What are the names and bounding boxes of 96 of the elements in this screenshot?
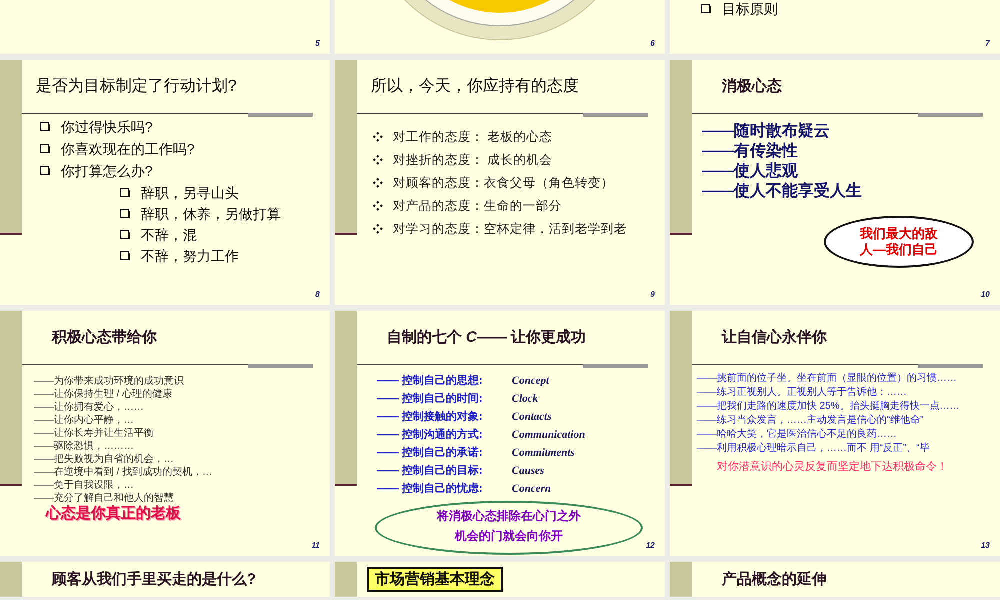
bullet-text: 不辞，努力工作 <box>141 247 239 265</box>
bullet-icon <box>120 188 131 199</box>
bullet-text: 辞职，休养，另做打算 <box>141 205 281 223</box>
slide-thumbnail[interactable]: 5 <box>0 0 330 54</box>
slide-thumbnail[interactable]: 产品概念的延伸 <box>670 562 1000 597</box>
slide-title: 顾客从我们手里买走的是什么? <box>52 570 256 589</box>
bullet-icon <box>373 155 383 165</box>
list-item: ——让你内心平静，… <box>34 414 135 427</box>
slide-number: 9 <box>650 290 655 299</box>
slide-title: 积极心态带给你 <box>52 328 157 347</box>
slide-title: 消极心态 <box>722 77 782 96</box>
slide-number: 12 <box>646 541 655 550</box>
bullet-text: 对工作的态度： 老板的心态 <box>393 130 552 145</box>
list-item: ——把失败视为自省的机会，… <box>34 453 175 466</box>
bullet-icon <box>373 224 383 234</box>
bullet-text: 目标原则 <box>722 0 778 18</box>
term-label: Communication <box>512 429 586 441</box>
bullet-icon <box>40 166 51 177</box>
term-label: Clock <box>512 393 540 405</box>
emphasis-text: 心态是你真正的老板 <box>46 507 181 520</box>
callout-text: 我们最大的敌 <box>860 226 938 242</box>
slide-title: 所以，今天，你应持有的态度 <box>370 76 579 97</box>
slide-number: 13 <box>981 541 990 550</box>
list-item: ——使人不能享受人生 <box>702 182 863 202</box>
slide-thumbnail[interactable]: 市场营销基本理念 <box>335 562 665 597</box>
list-item: —— 控制自己的思想: <box>377 374 484 388</box>
list-item: ——练习当众发言，……主动发言是信心的“维他命” <box>697 415 925 427</box>
list-item: —— 控制沟通的方式: <box>377 428 484 442</box>
list-item: ——把我们走路的速度加快 25%。抬头挺胸走得快一点…… <box>697 401 961 413</box>
list-item: ——利用积极心理暗示自己，……而不 用“反正”、“毕 <box>697 443 931 455</box>
list-item: —— 控制接触的对象: <box>377 410 484 424</box>
slide-number: 11 <box>312 541 320 550</box>
bullet-text: 你过得快乐吗? <box>61 118 153 136</box>
bullet-icon <box>40 122 51 133</box>
bullet-icon <box>40 144 51 155</box>
slide-thumbnail[interactable]: 让自信心永伴你 ——挑前面的位子坐。坐在前面（显眼的位置）的习惯…… ——练习正视别人。正视别人等于告诉他：…… ——把我们走路的速度加快 25%。抬头挺胸走得快一点…… ——练习当众发言，……主动发言是信心的“维他命” ——哈哈大笑，它是医治信心不足的良药…… ——利用积极心理暗示自己，……而不 用“反正”、“毕 对你潜意识的心灵反复而坚定地下达积极命令！ 13 <box>670 311 1000 556</box>
bullet-text: 你打算怎么办? <box>61 162 153 180</box>
slide-number: 10 <box>981 290 990 299</box>
slide-thumbnail[interactable]: 自制的七个 C—— 让你更成功 —— 控制自己的思想: Concept —— 控制自己的时间: Clock —— 控制接触的对象: Contacts —— 控制沟通的方式: Communication —— 控制自己的承诺: Commitments —— 控制自己的目标: Causes —— 控制自己的忧虑: Concern 将消极心态排除在心门之外 机会的门就会向你开 12 <box>335 311 665 556</box>
bullet-icon <box>373 201 383 211</box>
slide-thumbnail[interactable]: 是否为目标制定了行动计划? 你过得快乐吗? 你喜欢现在的工作吗? 你打算怎么办? 辞职，另寻山头 辞职，休养，另做打算 不辞，混 不辞，努力工作 8 <box>0 60 330 305</box>
bullet-icon <box>120 209 131 220</box>
list-item: —— 控制自己的时间: <box>377 392 484 406</box>
list-item: ——为你带来成功环境的成功意识 <box>34 375 185 388</box>
bullet-text: 对产品的态度：生命的一部分 <box>393 199 562 214</box>
slide-title: 自制的七个 C—— 让你更成功 <box>387 328 586 347</box>
slide-number: 7 <box>986 39 990 48</box>
bullet-text: 对学习的态度：空杯定律，活到老学到老 <box>393 222 627 237</box>
slide-thumbnail[interactable]: 顾客从我们手里买走的是什么? <box>0 562 330 597</box>
bullet-text: 对顾客的态度：衣食父母（角色转变） <box>393 176 614 191</box>
term-label: Contacts <box>512 411 553 423</box>
list-item: ——挑前面的位子坐。坐在前面（显眼的位置）的习惯…… <box>697 373 958 385</box>
slide-title: 让自信心永伴你 <box>722 328 827 347</box>
list-item: ——充分了解自己和他人的智慧 <box>34 492 175 505</box>
bullet-icon <box>120 230 131 241</box>
slide-title: 是否为目标制定了行动计划? <box>35 76 237 97</box>
term-label: Commitments <box>512 447 576 459</box>
slide-thumbnail[interactable]: 目标原则 7 <box>670 0 1000 54</box>
term-label: Concept <box>512 375 550 387</box>
callout-text: 机会的门就会向你开 <box>455 528 563 545</box>
list-item: ——驱除恐惧，……… <box>34 440 135 453</box>
list-item: ——哈哈大笑，它是医治信心不足的良药…… <box>697 429 898 441</box>
slide-title-box: 市场营销基本理念 <box>367 567 503 592</box>
slide-number: 6 <box>650 39 655 48</box>
list-item: ——练习正视别人。正视别人等于告诉他：…… <box>697 387 908 399</box>
callout-text: 将消极心态排除在心门之外 <box>437 508 581 525</box>
bullet-icon <box>120 251 131 262</box>
bullet-icon <box>373 132 383 142</box>
highlight-text: 对你潜意识的心灵反复而坚定地下达积极命令！ <box>716 461 949 473</box>
slide-number: 8 <box>316 290 320 299</box>
list-item: —— 控制自己的忧虑: <box>377 482 484 496</box>
slide-thumbnail[interactable]: 消极心态 ——随时散布疑云 ——有传染性 ——使人悲观 ——使人不能享受人生 我们最大的敌 人—我们自己 10 <box>670 60 1000 305</box>
slide-number: 5 <box>316 39 320 48</box>
slide-thumbnail[interactable]: 所以，今天，你应持有的态度 对工作的态度： 老板的心态 对挫折的态度： 成长的机会 对顾客的态度：衣食父母（角色转变） 对产品的态度：生命的一部分 对学习的态度：空杯定律，活到老学到老 9 <box>335 60 665 305</box>
list-item: ——随时散布疑云 <box>702 122 831 142</box>
callout-text: 人—我们自己 <box>860 242 938 258</box>
bullet-text: 对挫折的态度： 成长的机会 <box>393 153 552 168</box>
list-item: ——让你保持生理 / 心理的健康 <box>34 388 174 401</box>
list-item: ——在逆境中看到 / 找到成功的契机，… <box>34 466 214 479</box>
list-item: ——让你长寿并让生活平衡 <box>34 427 155 440</box>
slide-thumbnail[interactable]: 积极心态带给你 ——为你带来成功环境的成功意识 ——让你保持生理 / 心理的健康 ——让你拥有爱心，…… ——让你内心平静，… ——让你长寿并让生活平衡 ——驱除恐惧，……… ——把失败视为自省的机会，… ——在逆境中看到 / 找到成功的契机，… ——免于自我设限，… ——充分了解自己和他人的智慧 心态是你真正的老板 11 <box>0 311 330 556</box>
term-label: Concern <box>512 483 552 495</box>
bullet-icon <box>373 178 383 188</box>
bullet-text: 不辞，混 <box>141 226 197 244</box>
term-label: Causes <box>512 465 546 477</box>
list-item: —— 控制自己的目标: <box>377 464 484 478</box>
slide-thumbnail[interactable]: 6 <box>335 0 665 54</box>
list-item: ——让你拥有爱心，…… <box>34 401 145 414</box>
list-item: ——使人悲观 <box>702 162 799 182</box>
list-item: ——免于自我设限，… <box>34 479 135 492</box>
list-item: ——有传染性 <box>702 142 799 162</box>
list-item: —— 控制自己的承诺: <box>377 446 484 460</box>
bullet-text: 你喜欢现在的工作吗? <box>61 140 195 158</box>
bullet-text: 辞职，另寻山头 <box>141 184 239 202</box>
bullet-icon <box>701 4 712 15</box>
slide-title: 产品概念的延伸 <box>722 570 827 589</box>
